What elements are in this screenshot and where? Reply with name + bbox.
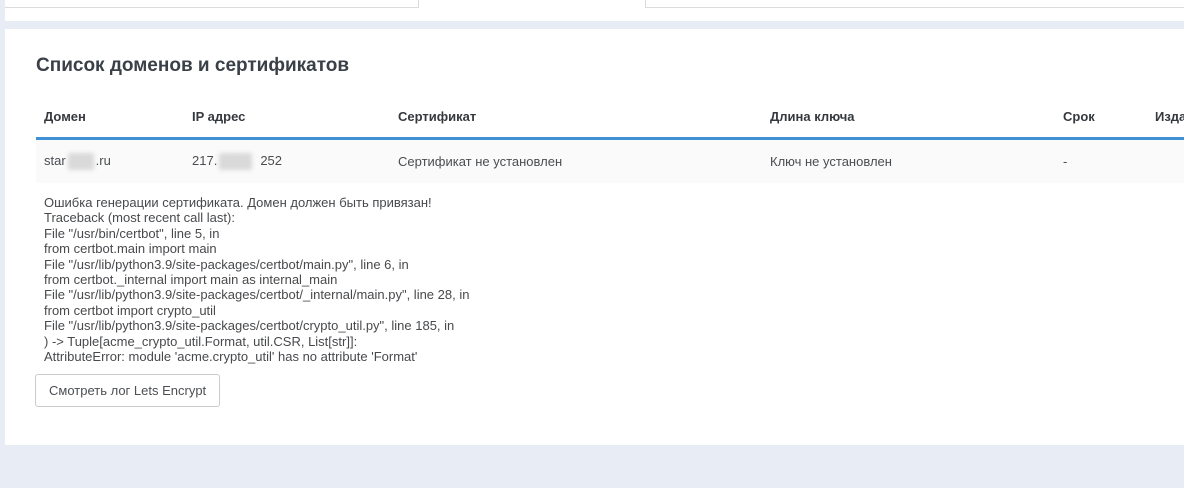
column-header-domain: Домен	[36, 100, 184, 139]
tab-2-active[interactable]	[419, 0, 645, 8]
tab-divider-left	[418, 0, 419, 8]
ip-suffix: 252	[260, 153, 282, 168]
error-line: Ошибка генерации сертификата. Домен долж…	[44, 195, 469, 210]
cell-certificate: Сертификат не установлен	[390, 139, 762, 183]
ip-prefix: 217.	[192, 153, 217, 168]
page-title: Список доменов и сертификатов	[36, 55, 349, 76]
tab-divider-right	[645, 0, 646, 8]
domains-table-wrap: Домен IP адрес Сертификат Длина ключа Ср…	[36, 100, 1184, 183]
view-letsencrypt-log-button[interactable]: Смотреть лог Lets Encrypt	[35, 374, 220, 407]
traceback-line: File "/usr/lib/python3.9/site-packages/c…	[44, 318, 469, 333]
traceback-line: AttributeError: module 'acme.crypto_util…	[44, 349, 469, 364]
traceback-line: File "/usr/bin/certbot", line 5, in	[44, 226, 469, 241]
traceback-line: File "/usr/lib/python3.9/site-packages/c…	[44, 257, 469, 272]
traceback-line: from certbot import crypto_util	[44, 303, 469, 318]
cell-term: -	[1055, 139, 1147, 183]
table-header-row: Домен IP адрес Сертификат Длина ключа Ср…	[36, 100, 1184, 139]
column-header-term: Срок	[1055, 100, 1147, 139]
screen: Список доменов и сертификатов Домен IP а…	[0, 0, 1184, 488]
tab-bottom-border-left	[5, 7, 418, 8]
cell-domain: star .ru	[36, 139, 184, 183]
cell-issuer	[1147, 139, 1184, 183]
domains-table: Домен IP адрес Сертификат Длина ключа Ср…	[36, 100, 1184, 183]
column-header-key-length: Длина ключа	[762, 100, 1055, 139]
tab-strip	[5, 0, 1184, 21]
tab-bottom-border-right	[645, 7, 1184, 8]
traceback-line: Traceback (most recent call last):	[44, 210, 469, 225]
domain-prefix: star	[44, 153, 66, 168]
certificate-error-traceback: Ошибка генерации сертификата. Домен долж…	[44, 195, 469, 364]
table-row[interactable]: star .ru 217. 252 Сертификат не установлен…	[36, 139, 1184, 183]
traceback-line: from certbot.main import main	[44, 241, 469, 256]
column-header-certificate: Сертификат	[390, 100, 762, 139]
column-header-ip: IP адрес	[184, 100, 390, 139]
traceback-line: File "/usr/lib/python3.9/site-packages/c…	[44, 287, 469, 302]
cell-ip: 217. 252	[184, 139, 390, 183]
domains-certificates-card: Список доменов и сертификатов Домен IP а…	[5, 29, 1184, 445]
domain-suffix: .ru	[96, 153, 111, 168]
column-header-issuer: Издатель	[1147, 100, 1184, 139]
traceback-line: ) -> Tuple[acme_crypto_util.Format, util…	[44, 334, 469, 349]
redacted-ip-part	[219, 153, 252, 170]
traceback-line: from certbot._internal import main as in…	[44, 272, 469, 287]
cell-key-length: Ключ не установлен	[762, 139, 1055, 183]
redacted-domain-part	[68, 153, 94, 170]
